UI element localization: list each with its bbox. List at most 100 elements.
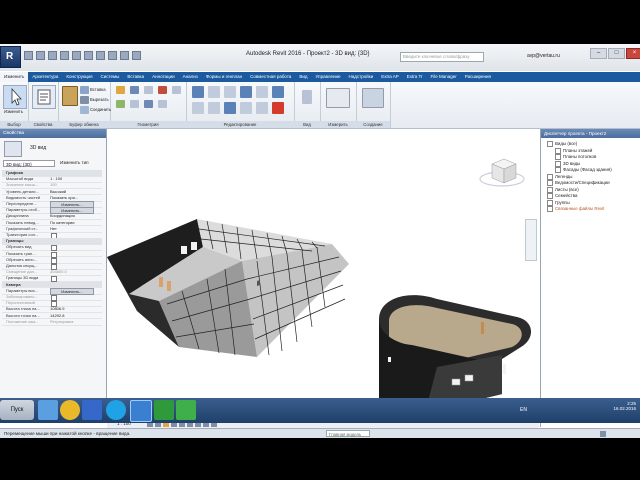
camtasia-taskbar-icon[interactable]	[154, 400, 174, 420]
copy-icon[interactable]	[80, 86, 89, 94]
group-label-measure[interactable]: Измерить	[320, 121, 356, 128]
measure-tool-icon[interactable]	[326, 88, 350, 108]
cut-geometry-icon[interactable]	[130, 86, 139, 94]
expand-toggle-icon[interactable]	[555, 154, 561, 160]
group-label-clipboard[interactable]: Буфер обмена	[58, 121, 110, 128]
viewcube[interactable]	[479, 158, 525, 187]
user-account[interactable]: avp@vertau.ru	[527, 53, 560, 59]
filter-icon[interactable]	[600, 431, 606, 437]
language-indicator[interactable]: EN	[520, 407, 527, 413]
expand-toggle-icon[interactable]	[547, 141, 553, 147]
measure-icon[interactable]	[84, 51, 93, 60]
tab-12[interactable]: Extra AP	[377, 72, 403, 82]
browser-item[interactable]: Планы потолков	[555, 154, 596, 160]
expand-toggle-icon[interactable]	[555, 147, 561, 154]
property-value[interactable]: Высокий	[50, 189, 100, 195]
close-button[interactable]: ×	[626, 48, 640, 59]
browser-item[interactable]: Виды (все)	[547, 141, 577, 147]
instance-selector[interactable]: 3D вид: {3D}	[3, 160, 55, 167]
property-value[interactable]: Координация	[50, 213, 100, 219]
modify-button[interactable]	[3, 85, 27, 109]
undo-icon[interactable]	[48, 51, 57, 60]
array-icon[interactable]	[224, 102, 236, 114]
section-icon[interactable]	[120, 51, 129, 60]
unjoin-icon[interactable]	[144, 100, 153, 108]
browser-item[interactable]: Группы	[547, 199, 570, 206]
redo-icon[interactable]	[60, 51, 69, 60]
explorer-taskbar-icon[interactable]	[38, 400, 58, 420]
copy-element-icon[interactable]	[256, 86, 268, 98]
expand-toggle-icon[interactable]	[555, 160, 561, 167]
tab-8[interactable]: Совместная работа	[246, 72, 295, 82]
expand-toggle-icon[interactable]	[547, 173, 553, 180]
property-value[interactable]: 304800.0	[50, 269, 100, 275]
expand-toggle-icon[interactable]	[547, 199, 553, 206]
start-button[interactable]: Пуск	[0, 400, 34, 420]
offset-icon[interactable]	[208, 86, 220, 98]
property-value[interactable]: По категории	[50, 220, 100, 226]
tab-0[interactable]: Изменить	[0, 72, 29, 82]
demolish-icon[interactable]	[158, 86, 167, 94]
create-assembly-icon[interactable]	[362, 88, 384, 108]
cut-icon[interactable]	[80, 96, 89, 104]
close-hidden-icon[interactable]	[132, 51, 141, 60]
rounded-wall-model[interactable]	[379, 295, 532, 415]
join-geometry-icon[interactable]	[144, 86, 153, 94]
expand-toggle-icon[interactable]	[547, 180, 553, 186]
join-label[interactable]: Соединить	[90, 107, 111, 112]
curtain-wall-model[interactable]	[107, 219, 349, 357]
open-icon[interactable]	[24, 51, 33, 60]
browser-item[interactable]: Фасады (Фасад здания)	[555, 167, 612, 173]
3d-model-canvas[interactable]	[107, 129, 539, 419]
tab-2[interactable]: Конструкция	[62, 72, 96, 82]
browser-item[interactable]: 3D виды	[555, 160, 580, 167]
scale-icon[interactable]	[240, 102, 252, 114]
tab-10[interactable]: Управление	[312, 72, 345, 82]
hide-in-view-icon[interactable]	[302, 90, 312, 104]
project-browser-title[interactable]: Диспетчер проекта - Проект2	[541, 129, 640, 138]
property-value[interactable]: 14292.8	[50, 313, 100, 319]
browser-item[interactable]: Связанные файлы Revit	[547, 206, 604, 212]
split-icon[interactable]	[208, 102, 220, 114]
text-icon[interactable]	[96, 51, 105, 60]
active-model-combo[interactable]: Главная модель	[326, 430, 370, 437]
maximize-button[interactable]: □	[608, 48, 625, 59]
paste-icon[interactable]	[62, 86, 78, 106]
3d-view-icon[interactable]	[108, 51, 117, 60]
trim-icon[interactable]	[192, 102, 204, 114]
edit-type-button[interactable]: Изменить тип	[60, 160, 89, 165]
tab-5[interactable]: Аннотации	[148, 72, 179, 82]
move-icon[interactable]	[240, 86, 252, 98]
browser-item[interactable]: Семейства	[547, 193, 577, 199]
browser-item[interactable]: Листы (все)	[547, 186, 579, 193]
split-face-icon[interactable]	[172, 86, 181, 94]
expand-toggle-icon[interactable]	[547, 186, 553, 193]
tab-3[interactable]: Системы	[97, 72, 124, 82]
application-menu-button[interactable]: R	[0, 46, 21, 68]
properties-title[interactable]: Свойства	[0, 129, 106, 138]
system-clock[interactable]: 2:25 16.02.2016	[586, 401, 636, 419]
delete-icon[interactable]	[272, 102, 284, 114]
rotate-icon[interactable]	[272, 86, 284, 98]
tab-13[interactable]: Extra Tr	[403, 72, 427, 82]
paint-icon[interactable]	[116, 100, 125, 108]
expand-toggle-icon[interactable]	[547, 206, 553, 212]
properties-button[interactable]	[32, 85, 56, 109]
group-label-select[interactable]: Выбор	[0, 121, 28, 128]
align-icon[interactable]	[192, 86, 204, 98]
group-label-create[interactable]: Создание	[356, 121, 390, 128]
tab-15[interactable]: Расширения	[461, 72, 495, 82]
property-value[interactable]: 10806.9	[50, 306, 100, 312]
tab-11[interactable]: Надстройки	[345, 72, 378, 82]
browser-item[interactable]: Планы этажей	[555, 147, 592, 154]
paste-label[interactable]: Вставка	[90, 87, 106, 92]
property-value[interactable]: Показать ори...	[50, 195, 100, 201]
3d-viewport[interactable]	[107, 129, 539, 419]
group-label-modify[interactable]: Редактирование	[186, 121, 294, 128]
minimize-button[interactable]: –	[590, 48, 607, 59]
tab-1[interactable]: Архитектура	[28, 72, 62, 82]
navigation-bar[interactable]	[525, 219, 537, 261]
expand-toggle-icon[interactable]	[555, 167, 561, 173]
group-label-geometry[interactable]: Геометрия	[110, 121, 186, 128]
property-value[interactable]: Нет	[50, 226, 100, 232]
